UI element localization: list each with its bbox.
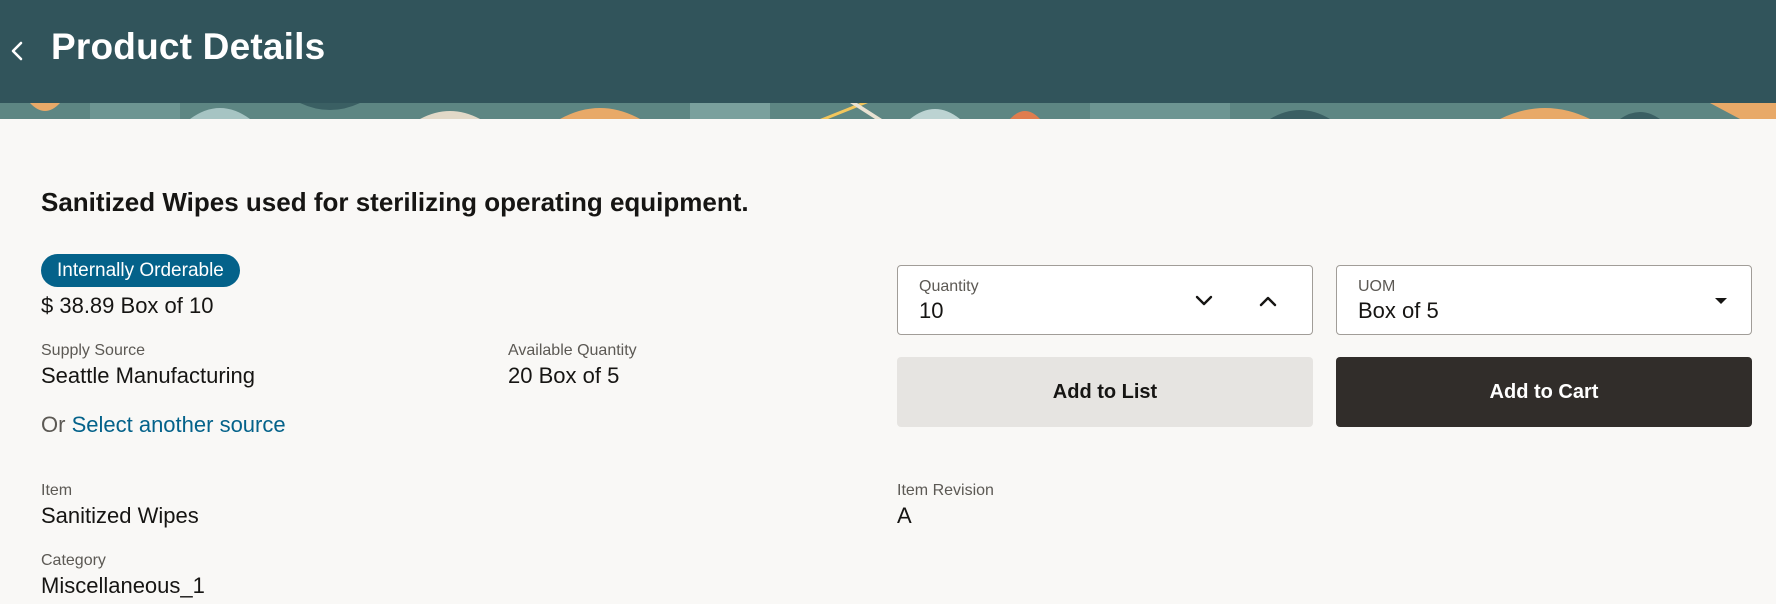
supply-source-label: Supply Source <box>41 342 146 359</box>
back-button[interactable] <box>2 34 32 68</box>
product-description: Sanitized Wipes used for sterilizing ope… <box>41 187 749 217</box>
orderable-badge: Internally Orderable <box>41 254 240 287</box>
category-label: Category <box>41 552 106 569</box>
item-label: Item <box>41 482 73 499</box>
caret-down-icon <box>1715 298 1727 304</box>
quantity-input[interactable]: 10 <box>919 298 943 324</box>
supply-source-value: Seattle Manufacturing <box>41 363 256 388</box>
item-revision-label: Item Revision <box>897 482 994 499</box>
available-quantity-label: Available Quantity <box>508 342 637 359</box>
page-header: Product Details <box>0 0 1776 103</box>
select-source-line: Or Select another source <box>41 412 286 438</box>
add-to-cart-button[interactable]: Add to Cart <box>1336 357 1752 427</box>
add-to-list-button[interactable]: Add to List <box>897 357 1313 427</box>
uom-select[interactable]: UOM Box of 5 <box>1336 265 1752 335</box>
chevron-up-icon <box>1259 296 1277 307</box>
select-another-source-link[interactable]: Select another source <box>72 412 286 437</box>
item-value: Sanitized Wipes <box>41 503 199 528</box>
increment-button[interactable] <box>1251 284 1285 318</box>
item-revision-value: A <box>897 503 912 528</box>
quantity-stepper[interactable]: Quantity 10 <box>897 265 1313 335</box>
decorative-banner <box>0 103 1776 119</box>
chevron-down-icon <box>1195 295 1213 306</box>
uom-label: UOM <box>1358 278 1396 295</box>
decrement-button[interactable] <box>1187 284 1221 318</box>
or-text: Or <box>41 412 66 437</box>
chevron-left-icon <box>11 41 23 61</box>
uom-value: Box of 5 <box>1358 298 1439 323</box>
page-title: Product Details <box>51 26 326 67</box>
price-text: $ 38.89 Box of 10 <box>41 293 214 318</box>
category-value: Miscellaneous_1 <box>41 573 205 598</box>
uom-dropdown-button[interactable] <box>1704 284 1738 318</box>
quantity-label: Quantity <box>919 278 979 295</box>
available-quantity-value: 20 Box of 5 <box>508 363 620 388</box>
